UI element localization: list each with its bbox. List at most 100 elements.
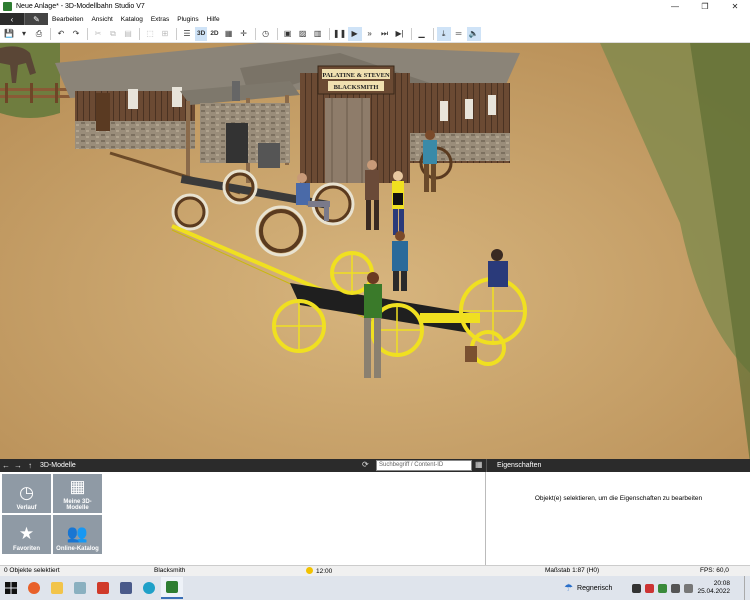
firefox-icon[interactable] [23, 577, 45, 599]
image-icon[interactable]: ▨ [296, 27, 310, 41]
taskbar: ☂ Regnerisch 20:08 25.04.2022 [0, 576, 750, 600]
window-title: Neue Anlage* - 3D-Modellbahn Studio V7 [16, 3, 145, 10]
paste-icon[interactable]: ▤ [121, 27, 135, 41]
crate [465, 346, 477, 362]
sign-line-2: BLACKSMITH [334, 84, 379, 91]
sound-icon[interactable]: 🔈 [466, 26, 481, 41]
menu-extras[interactable]: Extras [147, 16, 173, 23]
toolbar-separator [176, 27, 177, 40]
clock[interactable]: 20:08 25.04.2022 [697, 580, 730, 596]
edge-icon[interactable] [138, 577, 160, 599]
modellbahn-taskbar-icon[interactable] [161, 577, 183, 599]
save-icon[interactable]: 💾 [2, 27, 16, 41]
tile-meine-3d-modelle[interactable]: ▦ Meine 3D-Modelle [53, 474, 102, 513]
panel-icon[interactable]: ▥ [311, 27, 325, 41]
track-icon[interactable]: ▁ [415, 27, 429, 41]
tile-label: Verlauf [16, 505, 37, 511]
explorer-icon[interactable] [46, 577, 68, 599]
view-3d-button[interactable]: 3D [195, 26, 208, 41]
people-icon: 👥 [66, 524, 89, 543]
scene: PALATINE & STEVEN BLACKSMITH [0, 43, 750, 459]
faster-icon[interactable]: ⏭ [378, 27, 392, 41]
show-desktop-button[interactable] [744, 576, 750, 600]
undo-icon[interactable]: ↶ [54, 27, 68, 41]
minimize-button[interactable]: — [660, 0, 690, 13]
status-bar: 0 Objekte selektiert Blacksmith 12:00 Ma… [0, 565, 750, 576]
windows-logo [5, 582, 17, 594]
app-icon-4[interactable] [92, 577, 114, 599]
toolbar-separator [50, 27, 51, 40]
view-grid-icon[interactable]: ▦ [475, 460, 483, 469]
app-icon-5[interactable] [115, 577, 137, 599]
view-2d-button[interactable]: 2D [208, 27, 220, 41]
3d-viewport[interactable]: PALATINE & STEVEN BLACKSMITH [0, 43, 750, 459]
menu-katalog[interactable]: Katalog [117, 16, 147, 23]
clock-icon[interactable]: ◷ [259, 27, 273, 41]
fps-display: FPS: 60,0 [700, 567, 729, 574]
catalog-title: 3D-Modelle [40, 462, 76, 469]
pause-icon[interactable]: ❚❚ [333, 27, 347, 41]
tray-icon-1[interactable] [632, 583, 642, 593]
time-display[interactable]: 12:00 [306, 567, 332, 575]
tile-online-katalog[interactable]: 👥 Online-Katalog [53, 515, 102, 554]
nav-up-icon[interactable]: ↑ [24, 461, 36, 470]
edit-mode-button[interactable]: ✎ [24, 13, 48, 25]
scale-display: Maßstab 1:87 (H0) [545, 567, 600, 574]
select-icon[interactable]: ⬚ [143, 27, 157, 41]
time-value: 12:00 [316, 568, 333, 575]
refresh-icon[interactable]: ⟳ [362, 460, 369, 469]
rail-icon[interactable]: ═ [452, 27, 466, 41]
tile-favoriten[interactable]: ★ Favoriten [2, 515, 51, 554]
properties-title: Eigenschaften [497, 462, 542, 469]
properties-panel: Objekt(e) selektieren, um die Eigenschaf… [487, 472, 750, 565]
menu-hilfe[interactable]: Hilfe [203, 16, 224, 23]
cut-icon[interactable]: ✂ [91, 27, 105, 41]
title-bar: Neue Anlage* - 3D-Modellbahn Studio V7 —… [0, 0, 750, 13]
menu-dark-buttons: ‹ ✎ [0, 13, 48, 25]
clock-icon: ◷ [19, 483, 34, 502]
maximize-button[interactable]: ❐ [690, 0, 720, 13]
back-button[interactable]: ‹ [0, 13, 24, 25]
toolbar-separator [254, 27, 256, 40]
dropdown-icon[interactable]: ▾ [17, 27, 31, 41]
app-icon-3[interactable] [69, 577, 91, 599]
group-icon[interactable]: ⊞ [158, 27, 172, 41]
clock-date: 25.04.2022 [697, 588, 730, 595]
menu-plugins[interactable]: Plugins [173, 16, 202, 23]
crosshair-icon[interactable]: ✛ [237, 27, 251, 41]
star-icon: ★ [18, 524, 35, 543]
object-name: Blacksmith [154, 567, 186, 574]
toolbar-separator [328, 27, 330, 40]
app-icon [3, 2, 12, 11]
windows-start-icon[interactable] [0, 577, 22, 599]
nav-back-icon[interactable]: ← [0, 461, 12, 470]
fast-forward-icon[interactable]: » [363, 27, 377, 41]
weather-widget[interactable]: ☂ Regnerisch [564, 583, 612, 594]
system-tray: ☂ Regnerisch 20:08 25.04.2022 [564, 576, 750, 600]
list-icon[interactable]: ☰ [180, 27, 194, 41]
menu-ansicht[interactable]: Ansicht [87, 16, 116, 23]
print-icon[interactable]: ⎙ [32, 27, 46, 41]
weather-label: Regnerisch [577, 584, 613, 592]
play-icon[interactable]: ▶ [347, 26, 362, 41]
properties-message: Objekt(e) selektieren, um die Eigenschaf… [534, 495, 703, 502]
toolbar-separator [139, 27, 140, 40]
search-input[interactable]: Suchbegriff / Content-ID [376, 460, 472, 471]
nav-forward-icon[interactable]: → [12, 461, 24, 470]
terrain-icon[interactable]: ⤓ [436, 26, 451, 41]
copy-icon[interactable]: ⧉ [106, 27, 120, 41]
tile-label: Online-Katalog [56, 546, 99, 552]
menu-bearbeiten[interactable]: Bearbeiten [48, 16, 87, 23]
step-icon[interactable]: ▶| [393, 27, 407, 41]
tray-icon-3[interactable] [658, 583, 668, 593]
close-button[interactable]: ✕ [720, 0, 750, 13]
volume-icon[interactable] [684, 583, 694, 593]
grid-icon[interactable]: ▦ [222, 27, 236, 41]
tray-icon-2[interactable] [645, 583, 655, 593]
tile-label: Favoriten [12, 546, 40, 552]
sun-icon [306, 567, 313, 574]
tile-verlauf[interactable]: ◷ Verlauf [2, 474, 51, 513]
network-icon[interactable] [671, 583, 681, 593]
layers-icon[interactable]: ▣ [281, 27, 295, 41]
redo-icon[interactable]: ↷ [69, 27, 83, 41]
